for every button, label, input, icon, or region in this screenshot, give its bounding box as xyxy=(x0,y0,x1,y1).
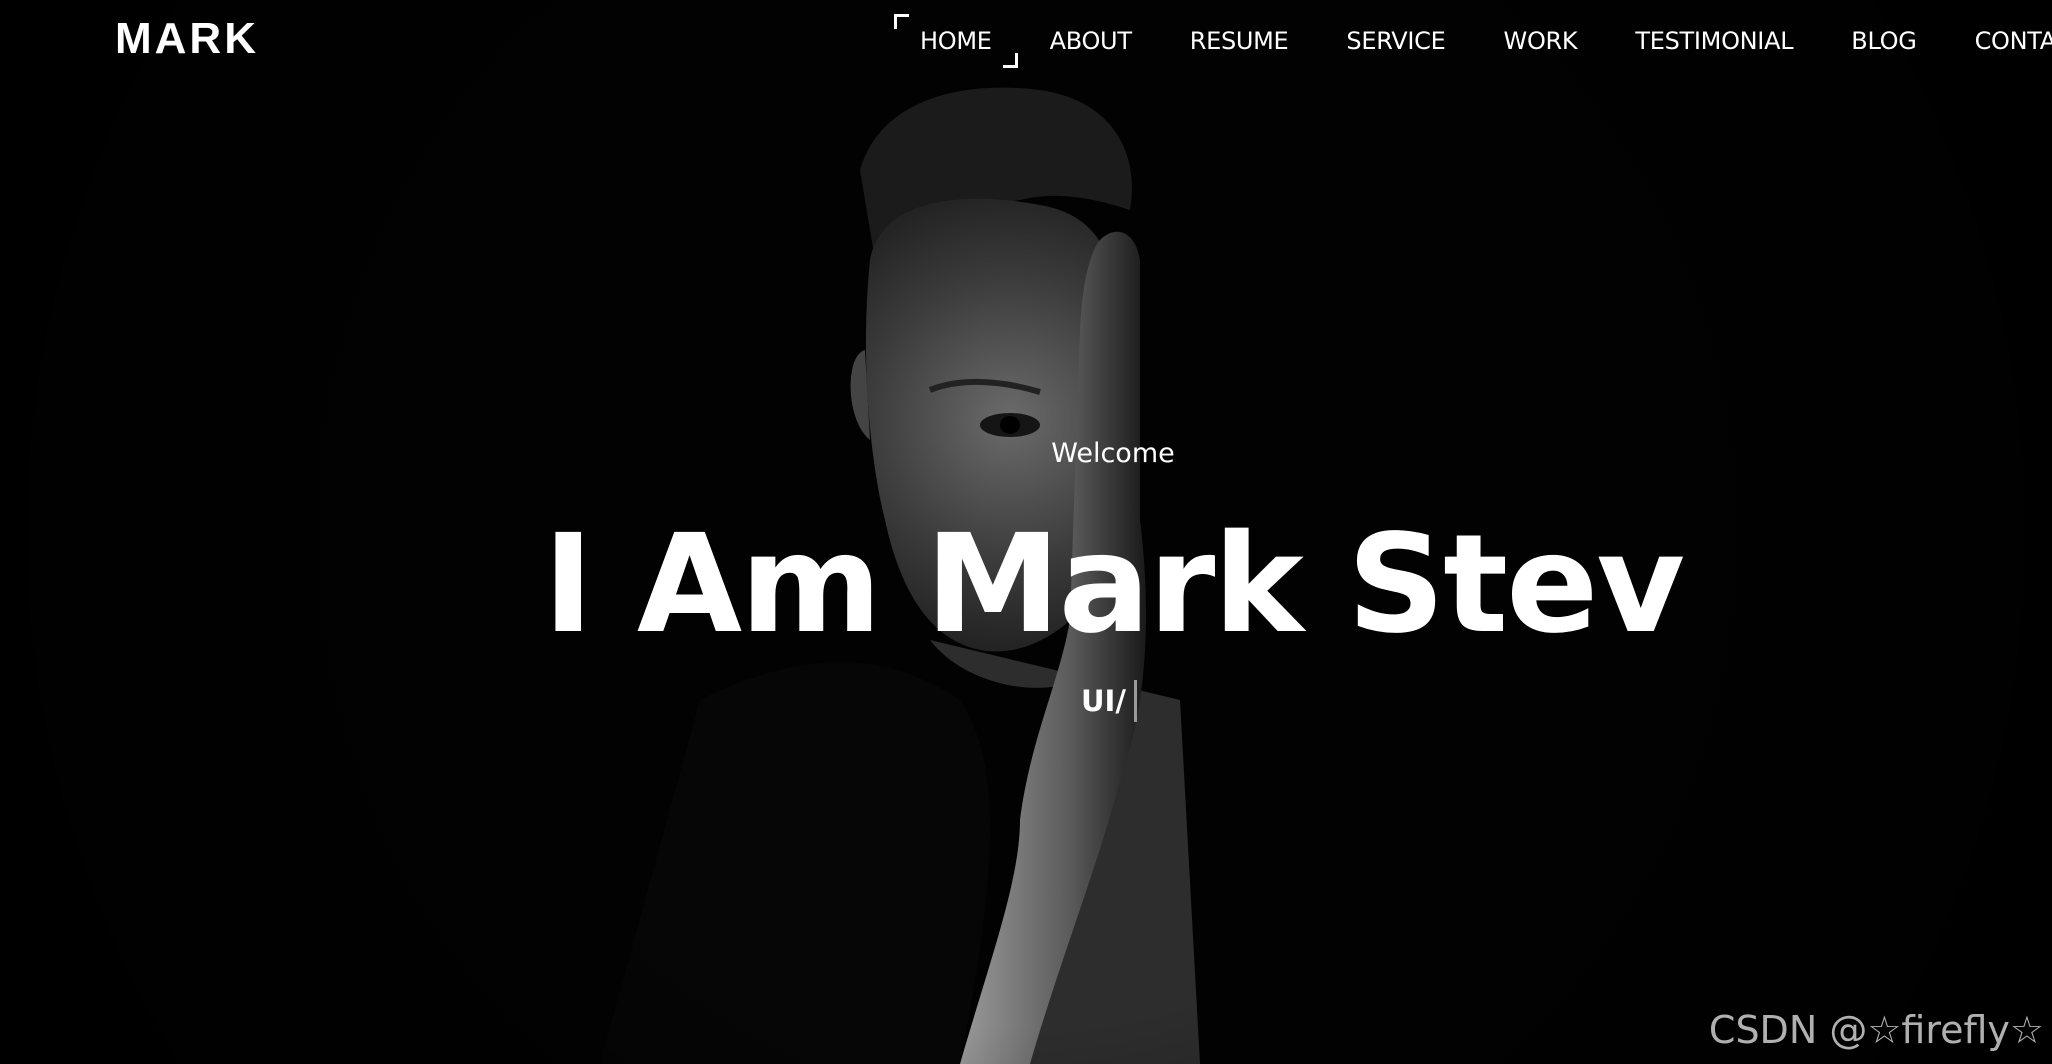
typing-cursor xyxy=(1133,680,1137,722)
top-navbar: MARK HOME ABOUT RESUME SERVICE WORK TEST… xyxy=(0,0,2052,84)
page: MARK HOME ABOUT RESUME SERVICE WORK TEST… xyxy=(0,0,2052,1064)
hero-title: I Am Mark Stev xyxy=(542,506,1685,664)
nav-menu: HOME ABOUT RESUME SERVICE WORK TESTIMONI… xyxy=(894,14,2052,68)
csdn-watermark: CSDN @☆firefly☆ xyxy=(1708,1008,2044,1052)
hero-subtitle-text: UI/ xyxy=(1081,684,1126,718)
hero-welcome-text: Welcome xyxy=(1051,438,1175,469)
nav-item-contact[interactable]: CONTA xyxy=(1975,26,2052,56)
nav-item-blog[interactable]: BLOG xyxy=(1851,26,1917,56)
nav-item-resume[interactable]: RESUME xyxy=(1190,26,1289,56)
nav-item-about[interactable]: ABOUT xyxy=(1050,26,1132,56)
nav-item-service[interactable]: SERVICE xyxy=(1346,26,1445,56)
nav-item-testimonial[interactable]: TESTIMONIAL xyxy=(1635,26,1793,56)
nav-item-work[interactable]: WORK xyxy=(1504,26,1578,56)
nav-item-home[interactable]: HOME xyxy=(894,14,1018,68)
hero-typed-subtitle: UI/ xyxy=(1081,680,1137,722)
site-logo[interactable]: MARK xyxy=(115,14,259,64)
